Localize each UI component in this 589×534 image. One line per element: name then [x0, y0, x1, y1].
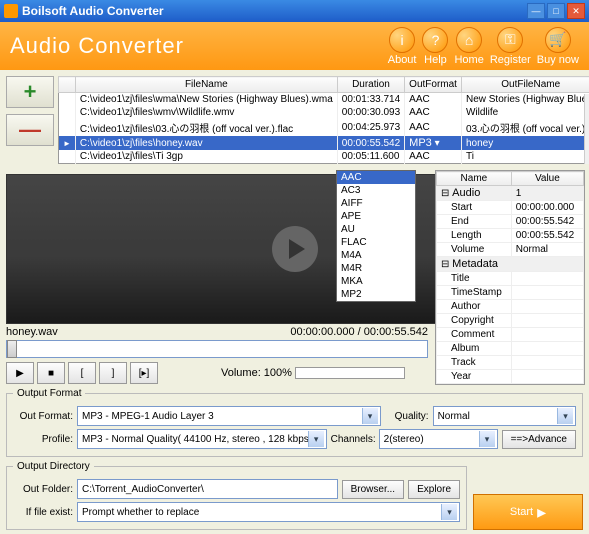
advance-button[interactable]: ==>Advance	[502, 430, 576, 449]
table-row[interactable]: C:\video1\zj\files\Ti 3gp00:05:11.600AAC…	[59, 150, 589, 164]
close-button[interactable]: ✕	[567, 3, 585, 19]
range-button[interactable]: [▸]	[130, 362, 158, 384]
time-display: 00:00:00.000 / 00:00:55.542	[290, 326, 428, 338]
properties-panel: NameValue ⊟ Audio1 Start00:00:00.000 End…	[435, 170, 585, 385]
format-dropdown[interactable]: AAC AC3 AIFF APE AU FLAC M4A M4R MKA MP2	[336, 170, 416, 302]
current-file: honey.wav	[6, 326, 58, 338]
table-row[interactable]: C:\video1\zj\files\03.心の羽根 (off vocal ve…	[59, 119, 589, 136]
format-option[interactable]: M4R	[337, 262, 415, 275]
app-icon	[4, 4, 18, 18]
buynow-button[interactable]: 🛒Buy now	[537, 27, 579, 66]
format-option[interactable]: AIFF	[337, 197, 415, 210]
play-button[interactable]: ▶	[6, 362, 34, 384]
out-folder-input[interactable]	[77, 479, 338, 499]
channels-select[interactable]: 2(stereo)	[379, 429, 498, 449]
minimize-button[interactable]: —	[527, 3, 545, 19]
cart-icon: 🛒	[545, 27, 571, 53]
home-icon: ⌂	[456, 27, 482, 53]
seek-thumb[interactable]	[7, 340, 17, 358]
help-icon: ?	[422, 27, 448, 53]
file-exist-select[interactable]: Prompt whether to replace	[77, 502, 460, 522]
browse-button[interactable]: Browser...	[342, 480, 404, 499]
table-row[interactable]: C:\video1\zj\files\wma\New Stories (High…	[59, 93, 589, 107]
volume-label: Volume: 100%	[221, 367, 292, 379]
format-option[interactable]: MKA	[337, 275, 415, 288]
app-title: Audio Converter	[10, 33, 382, 59]
volume-slider[interactable]	[295, 367, 405, 379]
table-row[interactable]: C:\video1\zj\files\wmv\Wildlife.wmv00:00…	[59, 106, 589, 119]
window-title: Boilsoft Audio Converter	[22, 4, 525, 18]
mark-in-button[interactable]: [	[68, 362, 96, 384]
col-filename[interactable]: FileName	[75, 77, 337, 93]
out-format-select[interactable]: MP3 - MPEG-1 Audio Layer 3	[77, 406, 381, 426]
about-button[interactable]: iAbout	[388, 27, 417, 66]
maximize-button[interactable]: □	[547, 3, 565, 19]
format-option[interactable]: FLAC	[337, 236, 415, 249]
help-button[interactable]: ?Help	[422, 27, 448, 66]
col-outformat[interactable]: OutFormat	[405, 77, 462, 93]
quality-select[interactable]: Normal	[433, 406, 576, 426]
format-option[interactable]: AAC	[337, 171, 415, 184]
stop-button[interactable]: ■	[37, 362, 65, 384]
profile-select[interactable]: MP3 - Normal Quality( 44100 Hz, stereo ,…	[77, 429, 327, 449]
remove-file-button[interactable]: —	[6, 114, 54, 146]
mark-out-button[interactable]: ]	[99, 362, 127, 384]
info-icon: i	[389, 27, 415, 53]
start-button[interactable]: Start ▸	[473, 494, 583, 530]
key-icon: ⚿	[497, 27, 523, 53]
explore-button[interactable]: Explore	[408, 480, 460, 499]
file-table-wrap: FileName Duration OutFormat OutFileName …	[58, 76, 589, 164]
scrollbar[interactable]	[584, 94, 589, 164]
home-button[interactable]: ⌂Home	[454, 27, 483, 66]
header: Audio Converter iAbout ?Help ⌂Home ⚿Regi…	[0, 22, 589, 70]
register-button[interactable]: ⚿Register	[490, 27, 531, 66]
output-directory-group: Output Directory Out Folder: Browser... …	[6, 461, 467, 530]
output-format-group: Output Format Out Format: MP3 - MPEG-1 A…	[6, 388, 583, 457]
format-option[interactable]: AC3	[337, 184, 415, 197]
seek-bar[interactable]	[6, 340, 428, 358]
format-option[interactable]: AU	[337, 223, 415, 236]
col-outfilename[interactable]: OutFileName	[461, 77, 589, 93]
titlebar: Boilsoft Audio Converter — □ ✕	[0, 0, 589, 22]
format-option[interactable]: M4A	[337, 249, 415, 262]
file-table[interactable]: FileName Duration OutFormat OutFileName …	[58, 76, 589, 164]
add-file-button[interactable]: +	[6, 76, 54, 108]
format-option[interactable]: APE	[337, 210, 415, 223]
play-overlay-icon	[272, 226, 318, 272]
format-option[interactable]: MP2	[337, 288, 415, 301]
col-duration[interactable]: Duration	[337, 77, 404, 93]
table-row[interactable]: C:\video1\zj\files\honey.wav00:00:55.542…	[59, 136, 589, 150]
